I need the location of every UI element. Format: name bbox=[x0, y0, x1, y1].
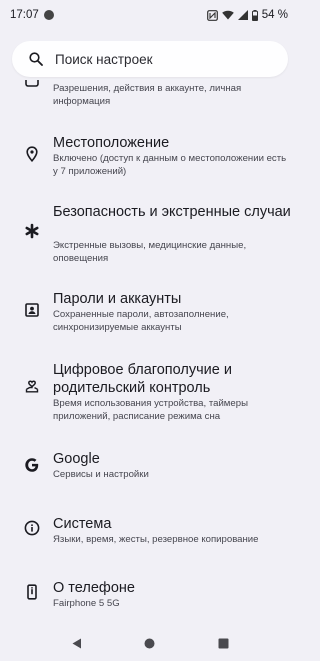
location-icon bbox=[26, 146, 38, 162]
settings-list: Разрешения, действия в аккаунте, личная … bbox=[0, 80, 300, 625]
settings-item-passwords-accounts[interactable]: Пароли и аккаунты Сохраненные пароли, ав… bbox=[0, 288, 300, 338]
settings-item-title: Безопасность и экстренные случаи bbox=[53, 204, 291, 220]
settings-item-title: Система bbox=[53, 516, 112, 532]
system-info-icon bbox=[24, 520, 40, 536]
settings-item-subtitle: Сохраненные пароли, автозаполнение, синх… bbox=[53, 309, 229, 333]
phone-icon bbox=[27, 584, 37, 600]
back-button[interactable] bbox=[62, 629, 92, 659]
nfc-icon bbox=[206, 9, 218, 21]
settings-item-title: Цифровое благополучие и родительский кон… bbox=[53, 362, 232, 396]
settings-item-subtitle: Языки, время, жесты, резервное копирован… bbox=[53, 534, 259, 545]
recents-button[interactable] bbox=[208, 629, 238, 659]
settings-item-subtitle: Fairphone 5 5G bbox=[53, 598, 120, 609]
settings-item-system[interactable]: Система Языки, время, жесты, резервное к… bbox=[0, 514, 300, 550]
settings-item-subtitle: Включено (доступ к данным о местоположен… bbox=[53, 153, 287, 177]
settings-item-subtitle: Время использования устройства, таймеры … bbox=[53, 398, 248, 422]
battery-percent: 54 % bbox=[261, 9, 288, 21]
settings-item-subtitle: Сервисы и настройки bbox=[53, 469, 149, 480]
search-icon bbox=[29, 52, 43, 66]
settings-item-title: Пароли и аккаунты bbox=[53, 291, 182, 307]
settings-item-subtitle: Экстренные вызовы, медицинские данные, о… bbox=[53, 240, 247, 264]
search-placeholder: Поиск настроек bbox=[55, 51, 153, 67]
search-bar[interactable]: Поиск настроек bbox=[12, 41, 288, 77]
home-icon bbox=[144, 638, 155, 649]
back-icon bbox=[72, 638, 81, 649]
battery-icon bbox=[251, 9, 258, 21]
settings-item-title: О телефоне bbox=[53, 580, 135, 596]
status-bar: 17:07 54 % bbox=[0, 0, 300, 30]
home-button[interactable] bbox=[135, 629, 165, 659]
status-left: 17:07 bbox=[10, 9, 54, 21]
accounts-icon bbox=[25, 303, 39, 317]
recents-icon bbox=[218, 638, 229, 649]
settings-item-title: Местоположение bbox=[53, 135, 170, 151]
emergency-icon bbox=[25, 223, 39, 239]
settings-item-privacy[interactable]: Разрешения, действия в аккаунте, личная … bbox=[0, 80, 300, 110]
navigation-bar bbox=[0, 626, 300, 661]
settings-item-about-phone[interactable]: О телефоне Fairphone 5 5G bbox=[0, 578, 300, 614]
settings-item-digital-wellbeing[interactable]: Цифровое благополучие и родительский кон… bbox=[0, 359, 300, 425]
settings-item-title: Google bbox=[53, 451, 100, 467]
settings-item-subtitle: Разрешения, действия в аккаунте, личная … bbox=[53, 83, 242, 107]
settings-item-google[interactable]: Google Сервисы и настройки bbox=[0, 449, 300, 485]
settings-item-location[interactable]: Местоположение Включено (доступ к данным… bbox=[0, 132, 300, 182]
wifi-icon bbox=[221, 10, 234, 20]
privacy-icon bbox=[25, 80, 39, 87]
status-right: 54 % bbox=[206, 9, 288, 21]
google-icon bbox=[25, 458, 39, 472]
settings-item-safety-emergency[interactable]: Безопасность и экстренные случаи Экстрен… bbox=[0, 201, 300, 267]
notification-dot-icon bbox=[43, 10, 54, 20]
signal-icon bbox=[237, 10, 248, 20]
wellbeing-icon bbox=[25, 380, 39, 393]
status-time: 17:07 bbox=[10, 9, 39, 21]
